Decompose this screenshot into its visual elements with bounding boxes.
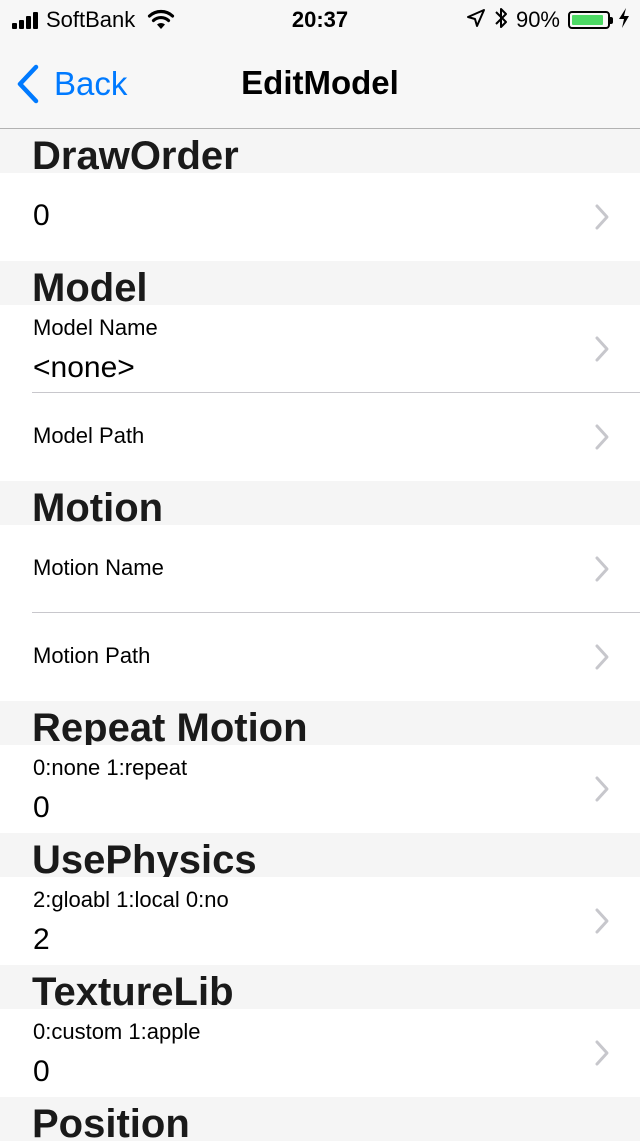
page-title: EditModel — [241, 64, 399, 101]
repeat-motion-hint: 0:none 1:repeat — [33, 755, 188, 780]
section-header-model: Model — [0, 261, 640, 305]
status-right: 90% — [458, 7, 630, 33]
charging-icon — [618, 7, 630, 34]
battery-level — [572, 15, 603, 25]
battery-icon — [568, 11, 613, 29]
chevron-right-icon — [595, 644, 609, 670]
texture-lib-value: 0 — [33, 1055, 50, 1088]
cell-motion-path[interactable]: Motion Path — [0, 613, 640, 701]
section-header-texture-lib: TextureLib — [0, 965, 640, 1009]
settings-table: DrawOrder 0 Model Model Name <none> Mode… — [0, 129, 640, 1141]
chevron-right-icon — [595, 908, 609, 934]
cell-draw-order[interactable]: 0 — [0, 173, 640, 261]
draw-order-value: 0 — [33, 199, 50, 232]
chevron-right-icon — [595, 1040, 609, 1066]
section-header-use-physics: UsePhysics — [0, 833, 640, 877]
chevron-right-icon — [595, 556, 609, 582]
location-icon — [466, 8, 486, 33]
texture-lib-hint: 0:custom 1:apple — [33, 1019, 201, 1044]
chevron-right-icon — [595, 776, 609, 802]
cell-model-name[interactable]: Model Name <none> — [0, 305, 640, 393]
section-header-position: Position — [0, 1097, 640, 1141]
cell-texture-lib[interactable]: 0:custom 1:apple 0 — [0, 1009, 640, 1097]
model-path-label: Model Path — [33, 423, 145, 448]
battery-percent: 90% — [515, 7, 560, 32]
cell-motion-name[interactable]: Motion Name — [0, 525, 640, 613]
use-physics-value: 2 — [33, 923, 50, 956]
use-physics-hint: 2:gloabl 1:local 0:no — [33, 887, 229, 912]
section-header-repeat-motion: Repeat Motion — [0, 701, 640, 745]
repeat-motion-value: 0 — [33, 791, 50, 824]
bluetooth-icon — [494, 6, 508, 35]
chevron-right-icon — [595, 204, 609, 230]
section-header-draw-order: DrawOrder — [0, 129, 640, 173]
section-header-motion: Motion — [0, 481, 640, 525]
cell-use-physics[interactable]: 2:gloabl 1:local 0:no 2 — [0, 877, 640, 965]
motion-name-label: Motion Name — [33, 555, 164, 580]
motion-path-label: Motion Path — [33, 643, 151, 668]
nav-bar: Back EditModel — [0, 40, 640, 129]
chevron-right-icon — [595, 336, 609, 362]
chevron-right-icon — [595, 424, 609, 450]
status-bar: SoftBank 20:37 90% — [0, 0, 640, 40]
model-name-label: Model Name — [33, 315, 158, 340]
model-name-value: <none> — [33, 351, 135, 384]
cell-model-path[interactable]: Model Path — [0, 393, 640, 481]
cell-repeat-motion[interactable]: 0:none 1:repeat 0 — [0, 745, 640, 833]
